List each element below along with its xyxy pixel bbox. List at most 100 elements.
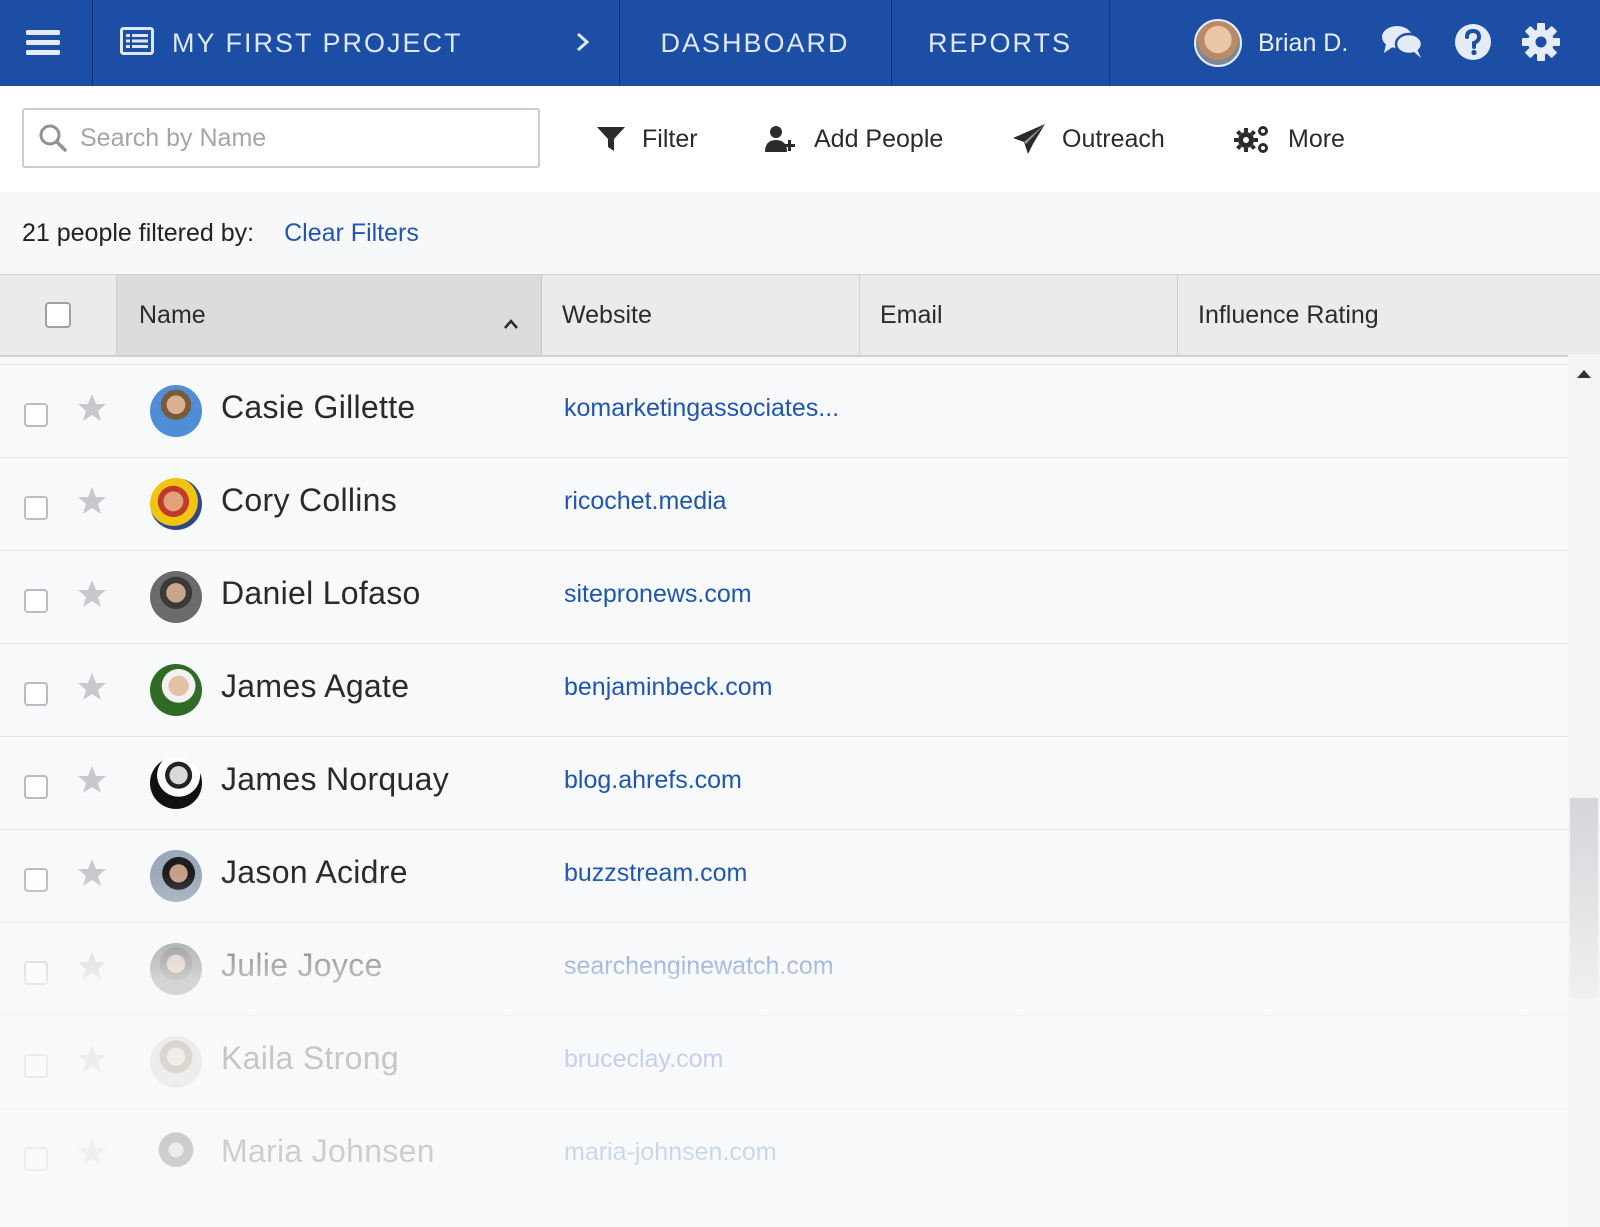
add-people-button[interactable]: Add People	[764, 86, 943, 192]
select-all-cell	[0, 275, 117, 355]
star-icon[interactable]	[77, 579, 107, 614]
star-icon[interactable]	[77, 1137, 107, 1172]
table-row[interactable]: James Agate benjaminbeck.com	[0, 643, 1568, 736]
website-link[interactable]: komarketingassociates...	[564, 394, 839, 423]
row-checkbox[interactable]	[24, 1147, 48, 1171]
filter-summary-bar: 21 people filtered by: Clear Filters	[0, 192, 1600, 274]
avatar	[150, 757, 202, 809]
select-all-checkbox[interactable]	[45, 302, 71, 328]
column-header-website-label: Website	[562, 300, 652, 329]
avatar	[150, 943, 202, 995]
paper-plane-icon	[1012, 123, 1046, 155]
more-button[interactable]: More	[1234, 86, 1345, 192]
top-nav-bar: MY FIRST PROJECT DASHBOARD REPORTS Brian…	[0, 0, 1600, 86]
search-input[interactable]	[78, 122, 522, 154]
user-name: Brian D.	[1258, 28, 1349, 57]
star-icon[interactable]	[77, 858, 107, 893]
star-icon[interactable]	[77, 951, 107, 986]
person-name[interactable]: Kaila Strong	[221, 1040, 399, 1077]
project-list-icon	[120, 26, 154, 60]
person-name[interactable]: James Norquay	[221, 761, 449, 798]
person-name[interactable]: Casie Gillette	[221, 389, 416, 426]
outreach-button[interactable]: Outreach	[1012, 86, 1165, 192]
scroll-up-arrow-icon[interactable]	[1576, 366, 1592, 384]
row-checkbox[interactable]	[24, 961, 48, 985]
website-link[interactable]: bruceclay.com	[564, 1045, 723, 1074]
row-checkbox[interactable]	[24, 868, 48, 892]
avatar	[150, 850, 202, 902]
search-box[interactable]	[22, 108, 540, 168]
row-checkbox[interactable]	[24, 682, 48, 706]
column-header-name-label: Name	[139, 300, 206, 329]
person-name[interactable]: Daniel Lofaso	[221, 575, 421, 612]
avatar	[150, 664, 202, 716]
outreach-label: Outreach	[1062, 124, 1165, 153]
row-checkbox[interactable]	[24, 1054, 48, 1078]
website-link[interactable]: buzzstream.com	[564, 859, 747, 888]
table-row[interactable]: Maria Johnsen maria-johnsen.com	[0, 1108, 1568, 1201]
nav-reports-label: REPORTS	[927, 27, 1073, 58]
add-person-icon	[764, 124, 798, 154]
row-checkbox[interactable]	[24, 496, 48, 520]
avatar	[150, 571, 202, 623]
project-title: MY FIRST PROJECT	[172, 27, 463, 58]
gears-icon	[1234, 123, 1272, 155]
column-header-email[interactable]: Email	[860, 275, 1178, 355]
star-icon[interactable]	[77, 1044, 107, 1079]
hamburger-menu-icon[interactable]	[26, 0, 66, 86]
table-row[interactable]: Cory Collins ricochet.media	[0, 457, 1568, 550]
sort-ascending-icon[interactable]	[503, 308, 519, 337]
website-link[interactable]: searchenginewatch.com	[564, 952, 834, 981]
person-name[interactable]: Jason Acidre	[221, 854, 408, 891]
person-name[interactable]: James Agate	[221, 668, 409, 705]
column-header-influence-rating[interactable]: Influence Rating	[1178, 275, 1600, 355]
more-label: More	[1288, 124, 1345, 153]
row-checkbox[interactable]	[24, 403, 48, 427]
filter-funnel-icon	[596, 124, 626, 154]
chat-icon[interactable]	[1380, 22, 1424, 67]
nav-divider	[1109, 0, 1110, 86]
vertical-scrollbar[interactable]	[1568, 354, 1600, 1227]
help-icon[interactable]	[1453, 22, 1493, 67]
table-row[interactable]: Julie Joyce searchenginewatch.com	[0, 922, 1568, 1015]
nav-divider	[92, 0, 93, 86]
column-header-email-label: Email	[880, 300, 943, 329]
toolbar: Filter Add People Outreach	[0, 86, 1600, 194]
table-row[interactable]: Kaila Strong bruceclay.com	[0, 1015, 1568, 1108]
nav-reports[interactable]: REPORTS	[892, 0, 1108, 86]
filter-button[interactable]: Filter	[596, 86, 698, 192]
clear-filters-link[interactable]: Clear Filters	[284, 219, 419, 248]
website-link[interactable]: sitepronews.com	[564, 580, 752, 609]
avatar	[150, 385, 202, 437]
row-checkbox[interactable]	[24, 775, 48, 799]
user-menu[interactable]: Brian D.	[1194, 0, 1348, 86]
website-link[interactable]: benjaminbeck.com	[564, 673, 772, 702]
website-link[interactable]: maria-johnsen.com	[564, 1138, 777, 1167]
star-icon[interactable]	[77, 393, 107, 428]
star-icon[interactable]	[77, 486, 107, 521]
table-row[interactable]: Casie Gillette komarketingassociates...	[0, 364, 1568, 457]
project-selector[interactable]: MY FIRST PROJECT	[120, 0, 463, 86]
person-name[interactable]: Maria Johnsen	[221, 1133, 435, 1170]
column-header-influence-label: Influence Rating	[1198, 300, 1379, 329]
row-checkbox[interactable]	[24, 589, 48, 613]
star-icon[interactable]	[77, 672, 107, 707]
settings-gear-icon[interactable]	[1521, 22, 1561, 67]
star-icon[interactable]	[77, 765, 107, 800]
chevron-right-icon[interactable]	[576, 28, 590, 61]
column-header-name[interactable]: Name	[117, 275, 542, 355]
table-header: Name Website Email Influence Rating	[0, 274, 1600, 357]
website-link[interactable]: ricochet.media	[564, 487, 727, 516]
table-row[interactable]: Jason Acidre buzzstream.com	[0, 829, 1568, 922]
avatar	[150, 1129, 202, 1181]
user-avatar	[1194, 19, 1242, 67]
scrollbar-thumb[interactable]	[1570, 798, 1598, 998]
person-name[interactable]: Julie Joyce	[221, 947, 383, 984]
filter-label: Filter	[642, 124, 698, 153]
nav-dashboard[interactable]: DASHBOARD	[620, 0, 890, 86]
website-link[interactable]: blog.ahrefs.com	[564, 766, 742, 795]
person-name[interactable]: Cory Collins	[221, 482, 397, 519]
table-row[interactable]: James Norquay blog.ahrefs.com	[0, 736, 1568, 829]
table-row[interactable]: Daniel Lofaso sitepronews.com	[0, 550, 1568, 643]
column-header-website[interactable]: Website	[542, 275, 860, 355]
